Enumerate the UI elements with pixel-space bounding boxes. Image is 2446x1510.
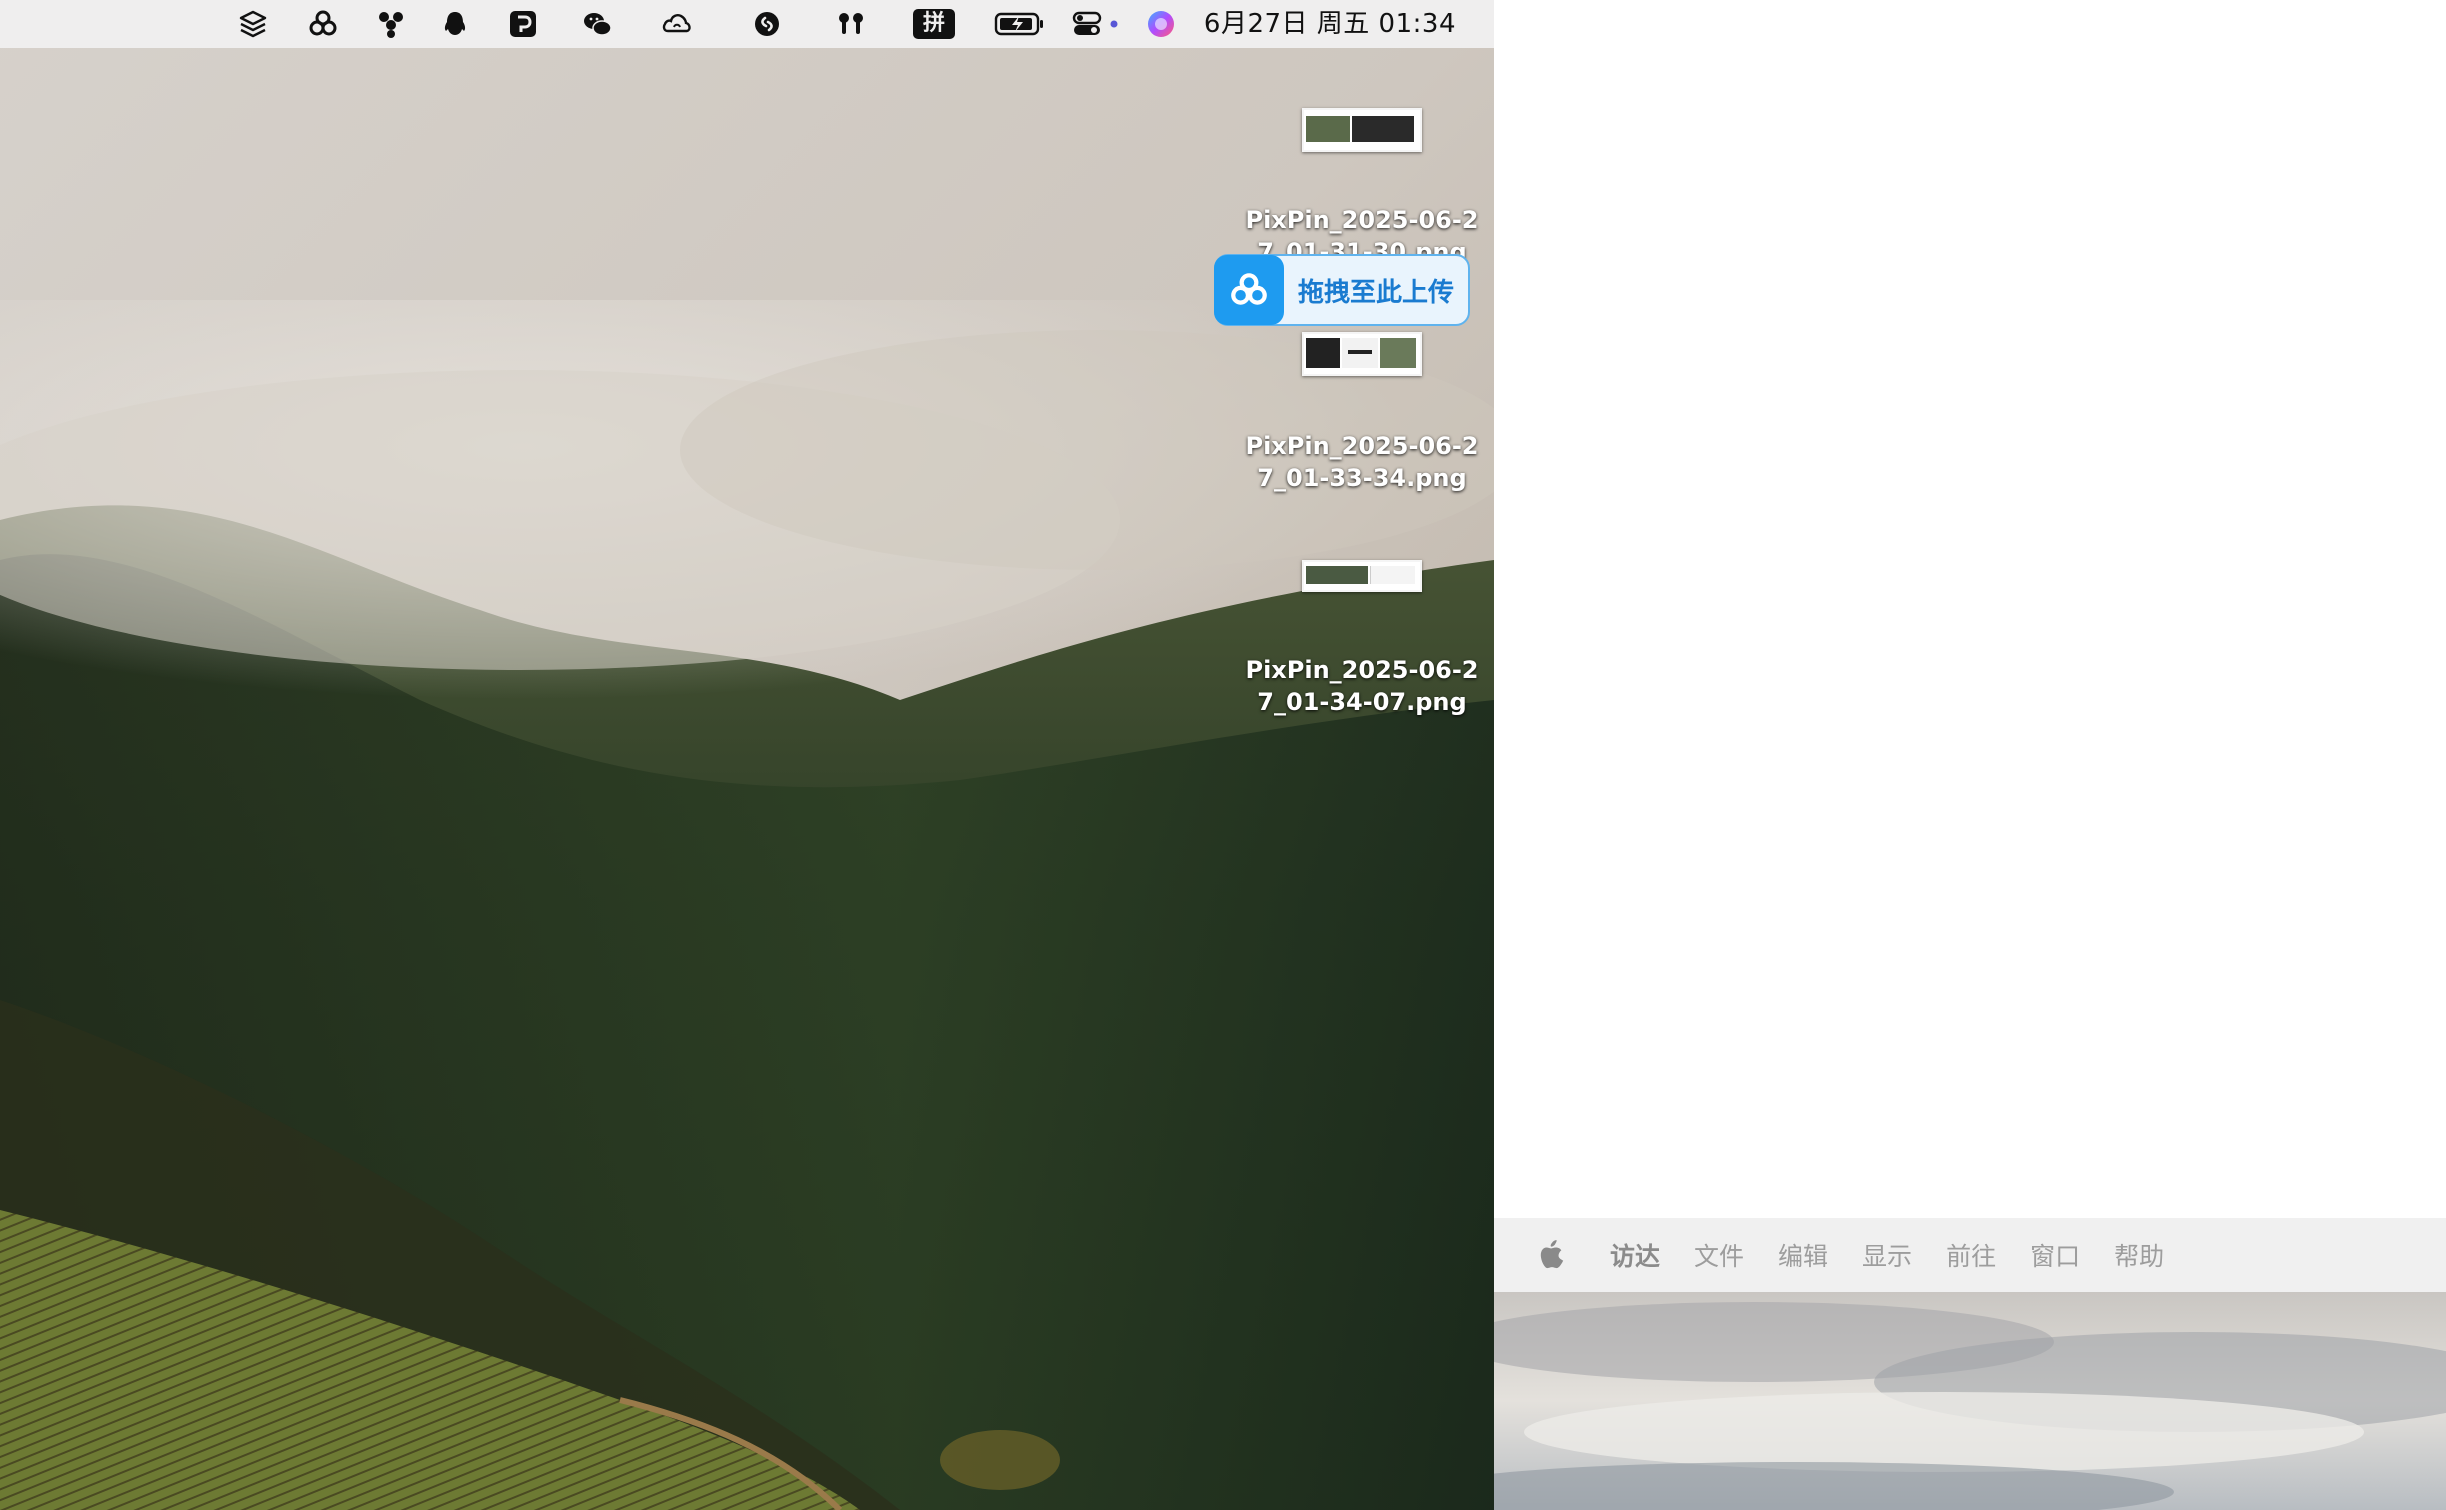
layers-icon[interactable] (236, 8, 270, 40)
secondary-wallpaper (1494, 1292, 2446, 1510)
shazam-icon[interactable] (750, 8, 784, 40)
main-desktop: 拼 6月27日 周五 01:34 PixPin_2025-06-2 7_01-3… (0, 0, 1494, 1510)
baidu-netdisk-logo-icon (1214, 255, 1284, 325)
secondary-menubar: 访达 文件 编辑 显示 前往 窗口 帮助 (1494, 1218, 2446, 1292)
menu-file[interactable]: 文件 (1694, 1237, 1744, 1273)
file-thumbnail (1302, 332, 1422, 376)
file-thumbnail (1302, 560, 1422, 592)
wechat-icon[interactable] (580, 8, 614, 40)
qq-icon[interactable] (438, 8, 472, 40)
menu-view[interactable]: 显示 (1862, 1237, 1912, 1273)
apple-icon[interactable] (1532, 1235, 1572, 1275)
tencent-icon[interactable] (374, 8, 408, 40)
menu-window[interactable]: 窗口 (2030, 1237, 2080, 1273)
file-name: PixPin_2025-06-2 7_01-34-07.png (1245, 656, 1479, 716)
upload-label: 拖拽至此上传 (1298, 277, 1455, 308)
baidu-netdisk-icon[interactable] (306, 8, 340, 40)
control-center-icon[interactable] (1072, 8, 1122, 40)
secondary-display: 访达 文件 编辑 显示 前往 窗口 帮助 (1494, 0, 2446, 1510)
input-method-icon[interactable]: 拼 (912, 8, 956, 40)
file-thumbnail (1302, 108, 1422, 152)
file-name: PixPin_2025-06-2 7_01-33-34.png (1245, 432, 1479, 492)
menu-edit[interactable]: 编辑 (1778, 1237, 1828, 1273)
menu-go[interactable]: 前往 (1946, 1237, 1996, 1273)
battery-icon[interactable] (994, 8, 1046, 40)
menubar-clock[interactable]: 6月27日 周五 01:34 (1204, 8, 1456, 40)
desktop-file[interactable]: PixPin_2025-06-2 7_01-31-30.png (1242, 108, 1482, 264)
airpods-icon[interactable] (834, 8, 868, 40)
top-menubar: 拼 6月27日 周五 01:34 (0, 0, 1494, 48)
menu-finder[interactable]: 访达 (1610, 1237, 1660, 1273)
desktop-file[interactable]: PixPin_2025-06-2 7_01-34-07.png (1242, 560, 1482, 730)
siri-icon[interactable] (1144, 8, 1178, 40)
desktop-file[interactable]: PixPin_2025-06-2 7_01-33-34.png (1242, 332, 1482, 502)
input-method-label: 拼 (913, 9, 955, 39)
creative-cloud-icon[interactable] (660, 8, 694, 40)
menu-help[interactable]: 帮助 (2114, 1237, 2164, 1273)
pixpin-icon[interactable] (506, 8, 540, 40)
netdisk-upload-dropzone[interactable]: 拖拽至此上传 (1214, 254, 1470, 326)
